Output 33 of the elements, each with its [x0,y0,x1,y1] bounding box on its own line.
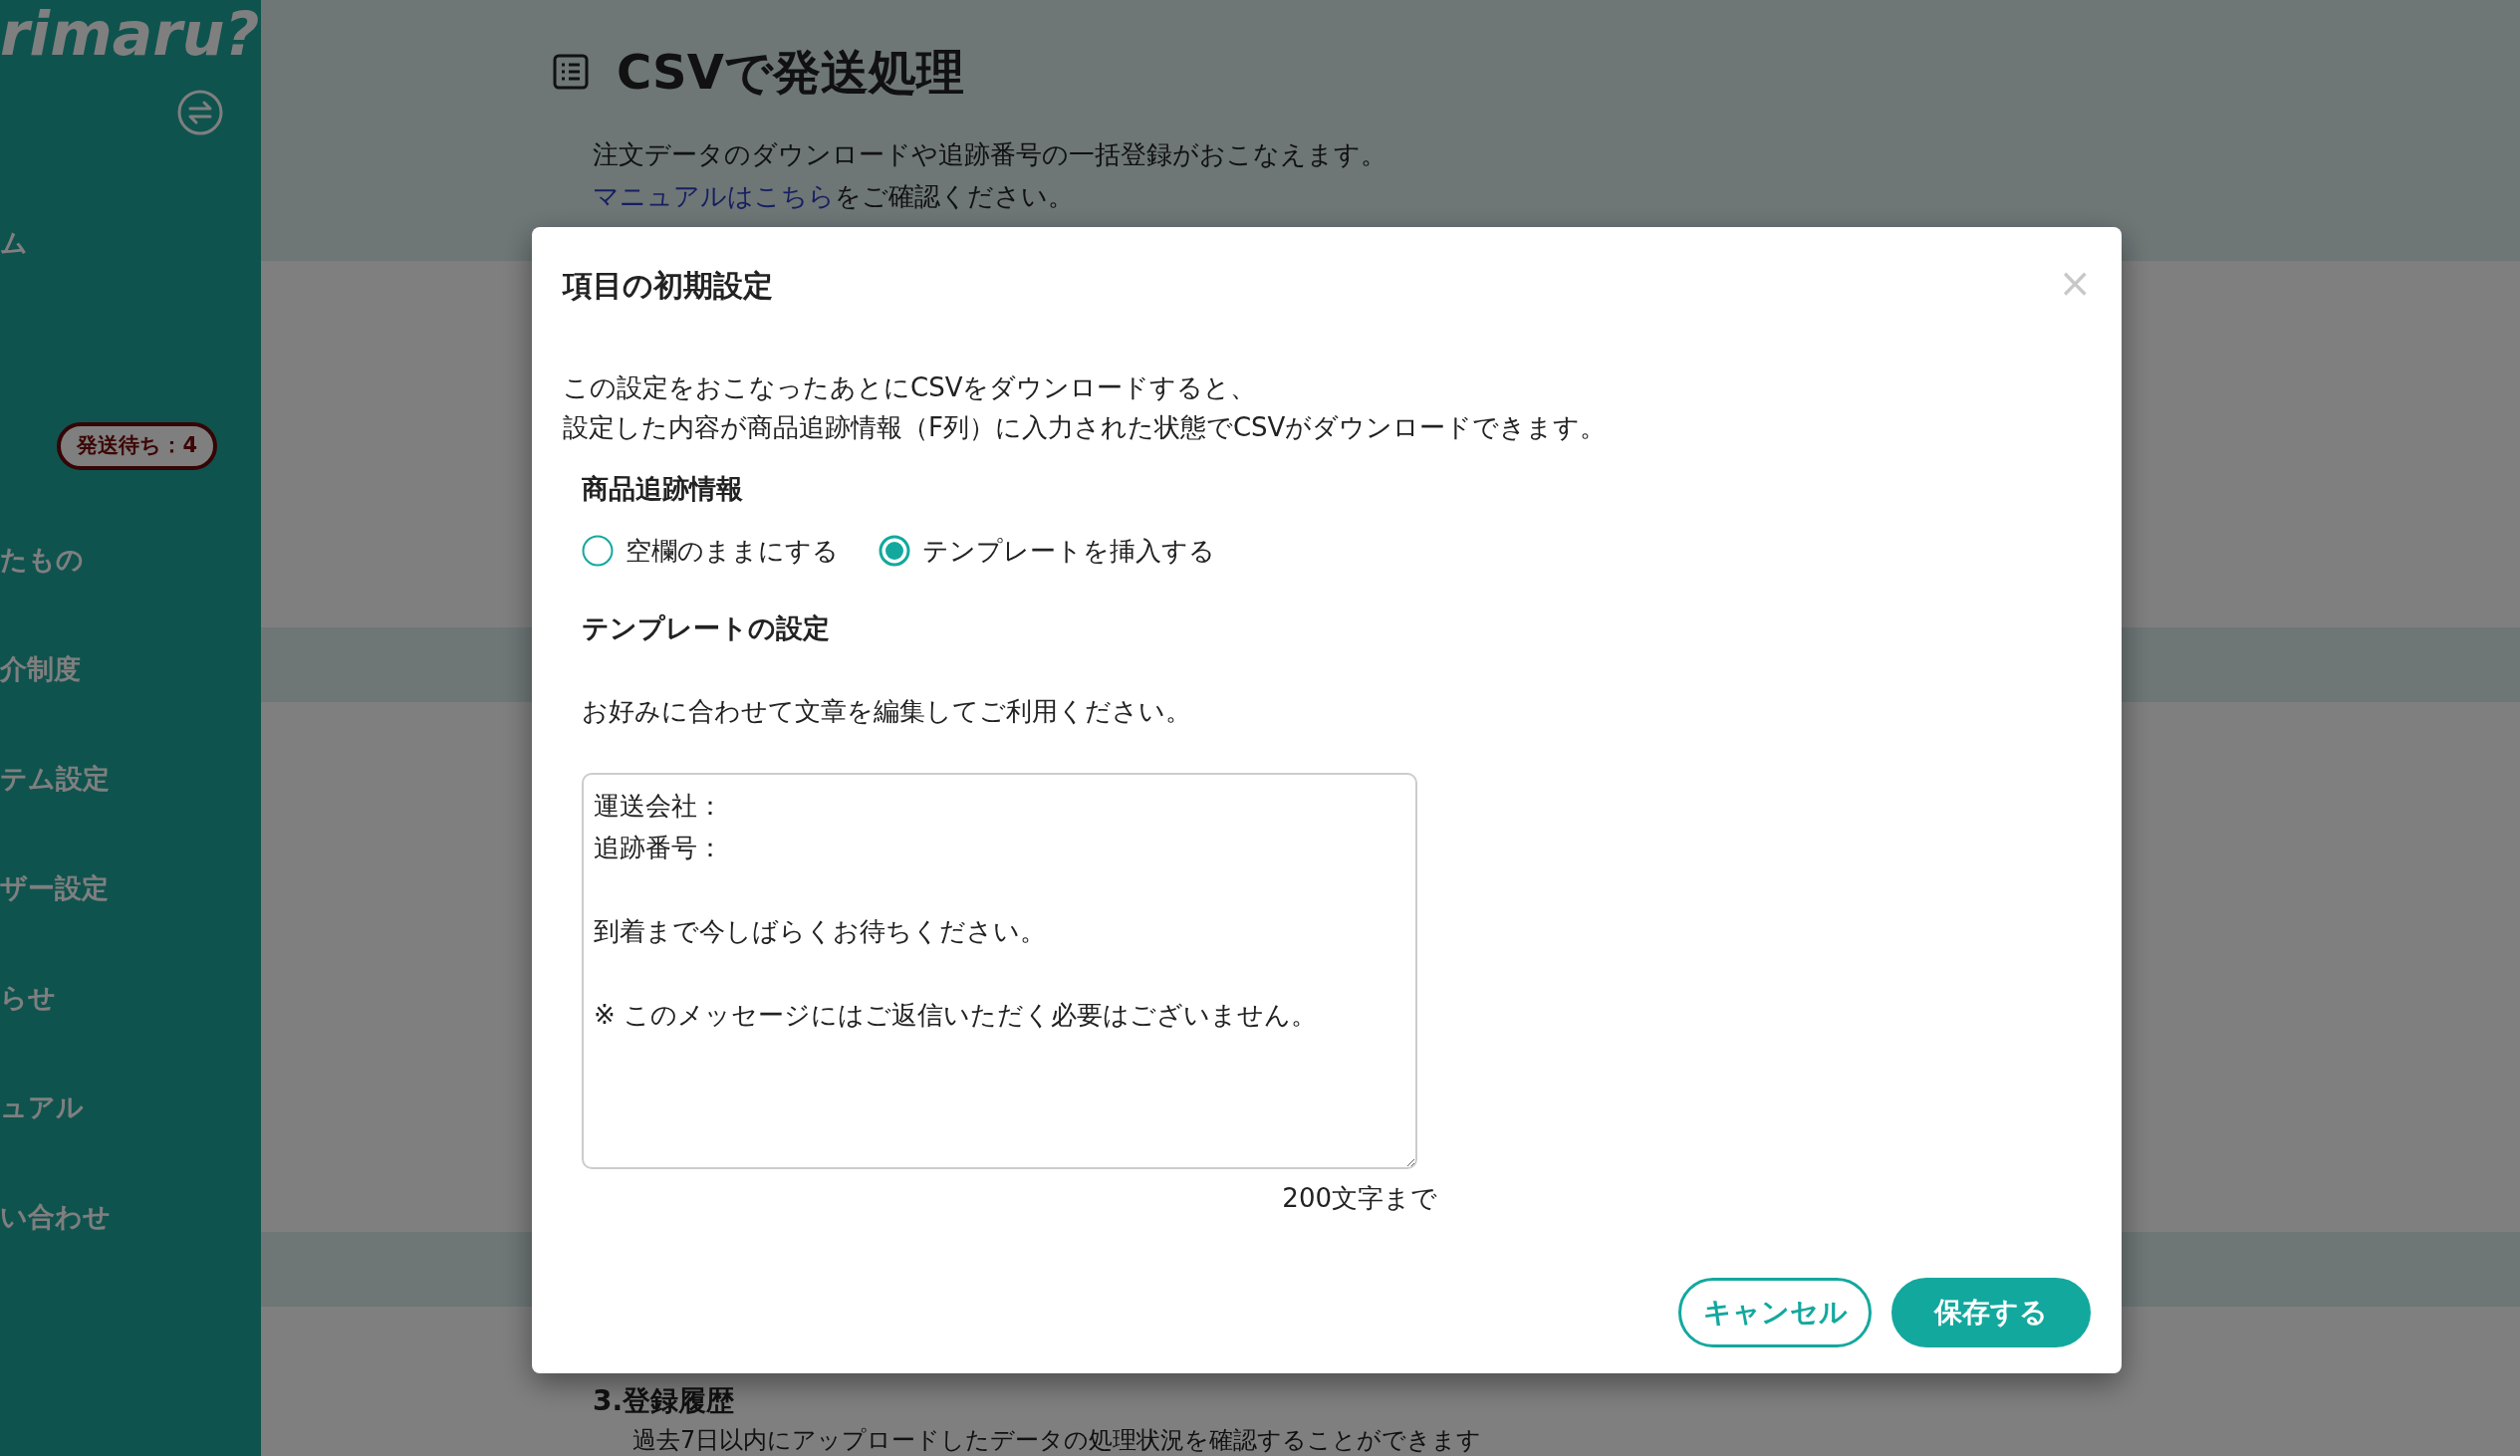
radio-label[interactable]: 空欄のままにする [626,531,839,571]
radio-label[interactable]: テンプレートを挿入する [922,531,1215,571]
sidebar-item[interactable]: い合わせ [0,1196,261,1307]
section-label: テンプレートの設定 [582,610,831,645]
sidebar-item[interactable]: ュアル [0,1087,261,1197]
sidebar-item[interactable]: ザー設定 [0,867,261,978]
pending-badge: 発送待ち：4 [57,422,217,470]
section-text: 過去7日以内にアップロードしたデータの処理状況を確認することができます [632,1425,1483,1456]
swap-icon[interactable] [177,90,223,135]
sidebar-item[interactable]: テム設定 [0,758,261,868]
page-description: 注文データのダウンロードや追跡番号の一括登録がおこなえます。 [593,138,1387,171]
page-title: CSVで発送処理 [617,43,964,102]
sidebar-item[interactable]: らせ [0,977,261,1088]
section-label: 商品追跡情報 [582,472,744,506]
save-button[interactable]: 保存する [1891,1278,2091,1347]
cancel-button[interactable]: キャンセル [1678,1278,1872,1347]
dialog-title: 項目の初期設定 [563,267,773,305]
dialog-description: この設定をおこなったあとにCSVをダウンロードすると、 [563,371,1258,404]
sidebar-item[interactable]: たもの [0,539,261,649]
radio-button[interactable] [879,535,910,567]
radio-button[interactable] [582,535,614,567]
section-heading: 3.登録履歴 [593,1383,736,1419]
logo-text: rimaru? [0,4,261,64]
sidebar-item[interactable]: ム [0,223,261,422]
manual-note: マニュアルはこちら をご確認ください。 [593,180,1075,213]
close-button[interactable]: × [2058,263,2092,303]
character-limit: 200文字まで [1281,1182,1437,1215]
list-icon [553,54,589,90]
dialog-description: 設定した内容が商品追跡情報（F列）に入力された状態でCSVがダウンロードできます。 [563,411,1608,444]
template-textarea[interactable]: 運送会社： 追跡番号： 到着まで今しばらくお待ちください。 ※ このメッセージにはご返信いただく必要はございません。 [582,773,1417,1169]
template-hint: お好みに合わせて文章を編集してご利用ください。 [582,695,1192,728]
manual-link[interactable]: マニュアルはこちら [593,181,835,211]
sidebar-item[interactable]: 介制度 [0,648,261,759]
